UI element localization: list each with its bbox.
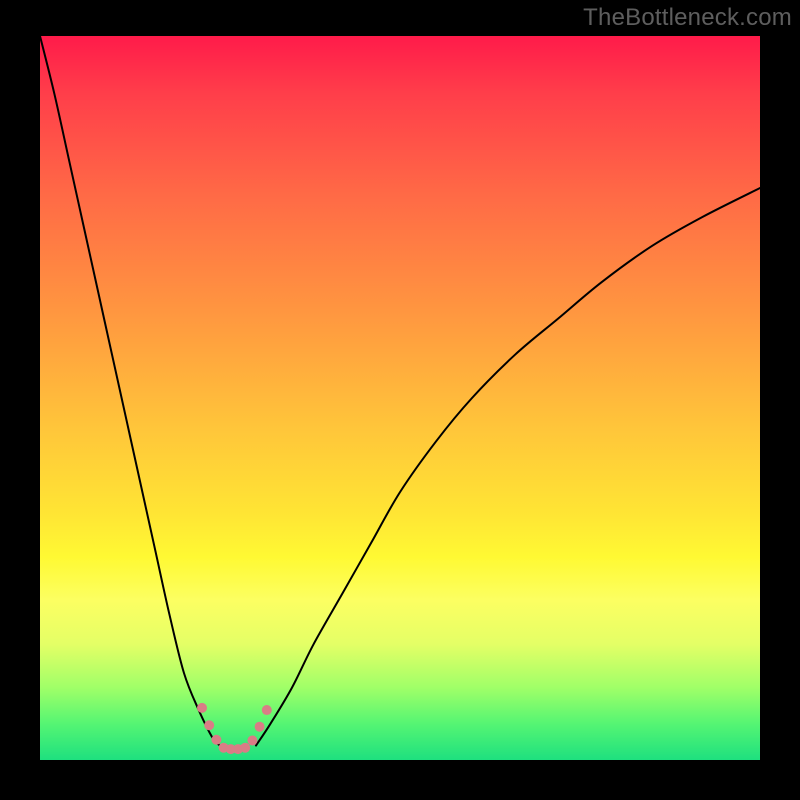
valley-dot <box>197 703 207 713</box>
valley-dot <box>240 743 250 753</box>
curve-layer <box>40 36 760 760</box>
watermark-text: TheBottleneck.com <box>583 4 792 32</box>
plot-area <box>40 36 760 760</box>
black-curve-right <box>256 188 760 745</box>
valley-dot <box>247 735 257 745</box>
valley-dot <box>211 735 221 745</box>
black-curve-left <box>40 36 220 746</box>
valley-dot <box>204 720 214 730</box>
series-group <box>40 36 760 754</box>
chart-frame: TheBottleneck.com <box>0 0 800 800</box>
valley-dot <box>255 722 265 732</box>
valley-dot <box>262 705 272 715</box>
